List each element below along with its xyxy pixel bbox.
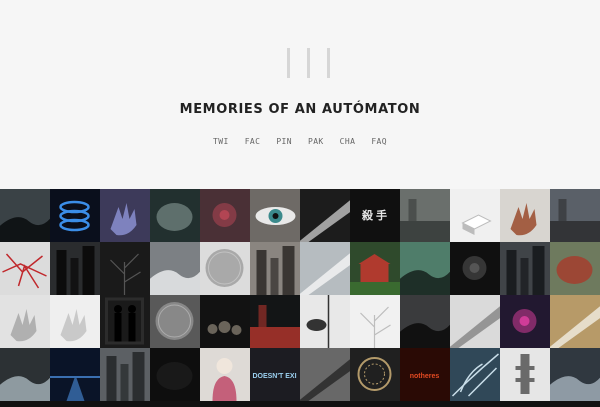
social-nav: TWI FAC PIN PAK CHA FAQ (0, 137, 600, 146)
nav-link-facebook[interactable]: FAC (245, 137, 261, 146)
grid-thumbnail[interactable] (550, 242, 600, 295)
grid-thumbnail[interactable] (250, 242, 300, 295)
grid-thumbnail[interactable]: DOESN'T EXI (250, 348, 300, 401)
grid-thumbnail[interactable] (100, 348, 150, 401)
grid-thumbnail[interactable] (150, 189, 200, 242)
grid-thumbnail[interactable] (50, 295, 100, 348)
grid-thumbnail[interactable] (0, 242, 50, 295)
grid-thumbnail[interactable] (50, 242, 100, 295)
logo-icon[interactable] (287, 48, 331, 78)
grid-thumbnail[interactable] (0, 295, 50, 348)
nav-link-faq[interactable]: FAQ (371, 137, 387, 146)
grid-thumbnail[interactable] (300, 242, 350, 295)
grid-thumbnail[interactable] (200, 348, 250, 401)
site-header: MEMORIES OF AN AUTÓMATON TWI FAC PIN PAK… (0, 0, 600, 189)
grid-thumbnail[interactable] (500, 295, 550, 348)
grid-thumbnail[interactable] (250, 189, 300, 242)
grid-thumbnail[interactable] (550, 295, 600, 348)
grid-thumbnail[interactable] (500, 189, 550, 242)
grid-thumbnail[interactable] (450, 295, 500, 348)
svg-text:DOESN'T EXI: DOESN'T EXI (252, 373, 296, 380)
grid-thumbnail[interactable] (250, 295, 300, 348)
grid-thumbnail[interactable] (450, 348, 500, 401)
grid-thumbnail[interactable] (500, 348, 550, 401)
grid-thumbnail[interactable] (550, 348, 600, 401)
grid-thumbnail[interactable] (200, 189, 250, 242)
grid-thumbnail[interactable] (400, 242, 450, 295)
grid-thumbnail[interactable] (100, 189, 150, 242)
svg-text:notheres: notheres (410, 373, 440, 380)
grid-thumbnail[interactable] (500, 242, 550, 295)
grid-thumbnail[interactable] (300, 189, 350, 242)
grid-thumbnail[interactable] (400, 295, 450, 348)
grid-thumbnail[interactable] (0, 189, 50, 242)
grid-thumbnail[interactable] (100, 242, 150, 295)
site-title[interactable]: MEMORIES OF AN AUTÓMATON (0, 102, 600, 117)
image-grid: 殺 手 DOESN'T EXI notheres (0, 189, 600, 407)
grid-thumbnail[interactable] (150, 242, 200, 295)
grid-thumbnail[interactable] (150, 295, 200, 348)
grid-thumbnail[interactable] (150, 348, 200, 401)
grid-thumbnail[interactable] (300, 348, 350, 401)
grid-thumbnail[interactable] (350, 295, 400, 348)
grid-thumbnail[interactable] (450, 189, 500, 242)
grid-thumbnail[interactable] (300, 295, 350, 348)
nav-link-pinterest[interactable]: PIN (276, 137, 292, 146)
svg-text:殺 手: 殺 手 (361, 208, 387, 222)
grid-thumbnail[interactable] (350, 242, 400, 295)
grid-thumbnail[interactable] (550, 189, 600, 242)
grid-thumbnail[interactable] (350, 348, 400, 401)
grid-thumbnail[interactable] (450, 242, 500, 295)
nav-link-cha[interactable]: CHA (340, 137, 356, 146)
grid-thumbnail[interactable] (50, 189, 100, 242)
grid-thumbnail[interactable] (100, 295, 150, 348)
grid-thumbnail[interactable] (200, 295, 250, 348)
grid-thumbnail[interactable] (50, 348, 100, 401)
grid-thumbnail[interactable]: notheres (400, 348, 450, 401)
grid-thumbnail[interactable] (200, 242, 250, 295)
grid-thumbnail[interactable] (0, 348, 50, 401)
nav-link-pak[interactable]: PAK (308, 137, 324, 146)
grid-thumbnail[interactable]: 殺 手 (350, 189, 400, 242)
grid-thumbnail[interactable] (400, 189, 450, 242)
nav-link-twitter[interactable]: TWI (213, 137, 229, 146)
